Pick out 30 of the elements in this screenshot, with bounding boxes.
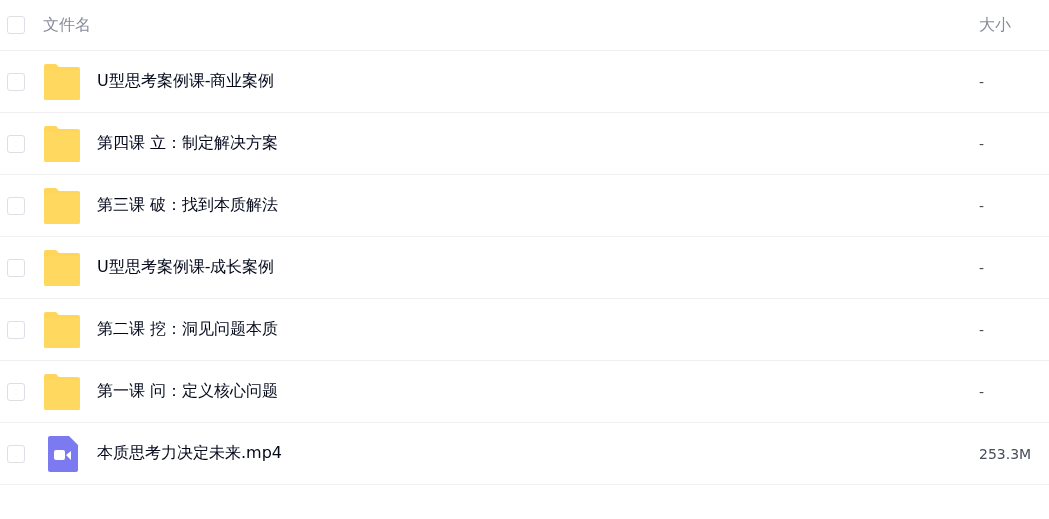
folder-icon <box>44 63 80 100</box>
file-name[interactable]: 第二课 挖：洞见问题本质 <box>97 319 979 340</box>
checkbox[interactable] <box>7 72 25 91</box>
file-name[interactable]: 第三课 破：找到本质解法 <box>97 195 979 216</box>
file-size: - <box>979 135 986 152</box>
file-name[interactable]: 第四课 立：制定解决方案 <box>97 133 979 154</box>
file-name[interactable]: U型思考案例课-商业案例 <box>97 71 979 92</box>
folder-icon <box>44 311 80 348</box>
folder-icon <box>44 187 80 224</box>
file-size: 253.3M <box>979 445 1033 462</box>
file-size: - <box>979 259 986 276</box>
checkbox[interactable] <box>7 134 25 153</box>
file-name[interactable]: 本质思考力决定未来.mp4 <box>97 443 979 464</box>
file-size: - <box>979 197 986 214</box>
checkbox[interactable] <box>7 258 25 277</box>
checkbox[interactable] <box>7 382 25 401</box>
file-size: - <box>979 383 986 400</box>
checkbox[interactable] <box>7 16 25 34</box>
file-name[interactable]: 第一课 问：定义核心问题 <box>97 381 979 402</box>
folder-icon <box>44 125 80 162</box>
folder-icon <box>44 249 80 286</box>
folder-icon <box>44 373 80 410</box>
checkbox[interactable] <box>7 444 25 463</box>
checkbox[interactable] <box>7 320 25 339</box>
checkbox[interactable] <box>7 196 25 215</box>
file-size: - <box>979 73 986 90</box>
column-header[interactable]: 文件名 <box>43 14 979 36</box>
file-size: - <box>979 321 986 338</box>
file-name[interactable]: U型思考案例课-成长案例 <box>97 257 979 278</box>
column-header[interactable]: 大小 <box>979 14 1049 36</box>
